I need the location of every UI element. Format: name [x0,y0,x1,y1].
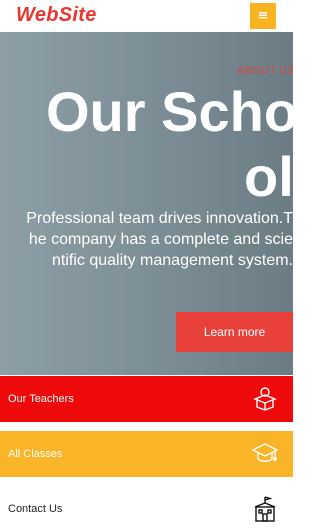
nav-row-label: Contact Us [8,503,63,515]
graduation-cap-icon [251,440,279,473]
hero-section: ABOUT US Our Scho ol Professional team d… [0,32,293,375]
nav-row-label: Our Teachers [8,393,74,405]
hero-title-line2: ol [244,145,293,208]
nav-row-label: All Classes [8,448,63,460]
nav-row-our-teachers[interactable]: Our Teachers [0,376,293,422]
hero-description-line: Professional team drives innovation.T [26,210,293,227]
hero-eyebrow: ABOUT US [237,65,293,77]
site-logo[interactable]: WebSite [16,4,97,27]
hamburger-menu-icon [258,7,268,25]
school-building-icon [251,495,279,528]
hero-title-line1: Our Scho [46,80,293,143]
menu-button[interactable] [250,3,276,29]
learn-more-button[interactable]: Learn more [176,312,293,352]
hero-description-line: ntific quality management system. [52,252,293,269]
hero-description: Professional team drives innovation.T he… [0,208,293,271]
hero-description-line: he company has a complete and scie [28,231,293,248]
nav-row-all-classes[interactable]: All Classes [0,431,293,477]
header: WebSite [0,0,293,32]
teacher-icon [251,385,279,418]
nav-row-contact-us[interactable]: Contact Us [0,486,293,532]
